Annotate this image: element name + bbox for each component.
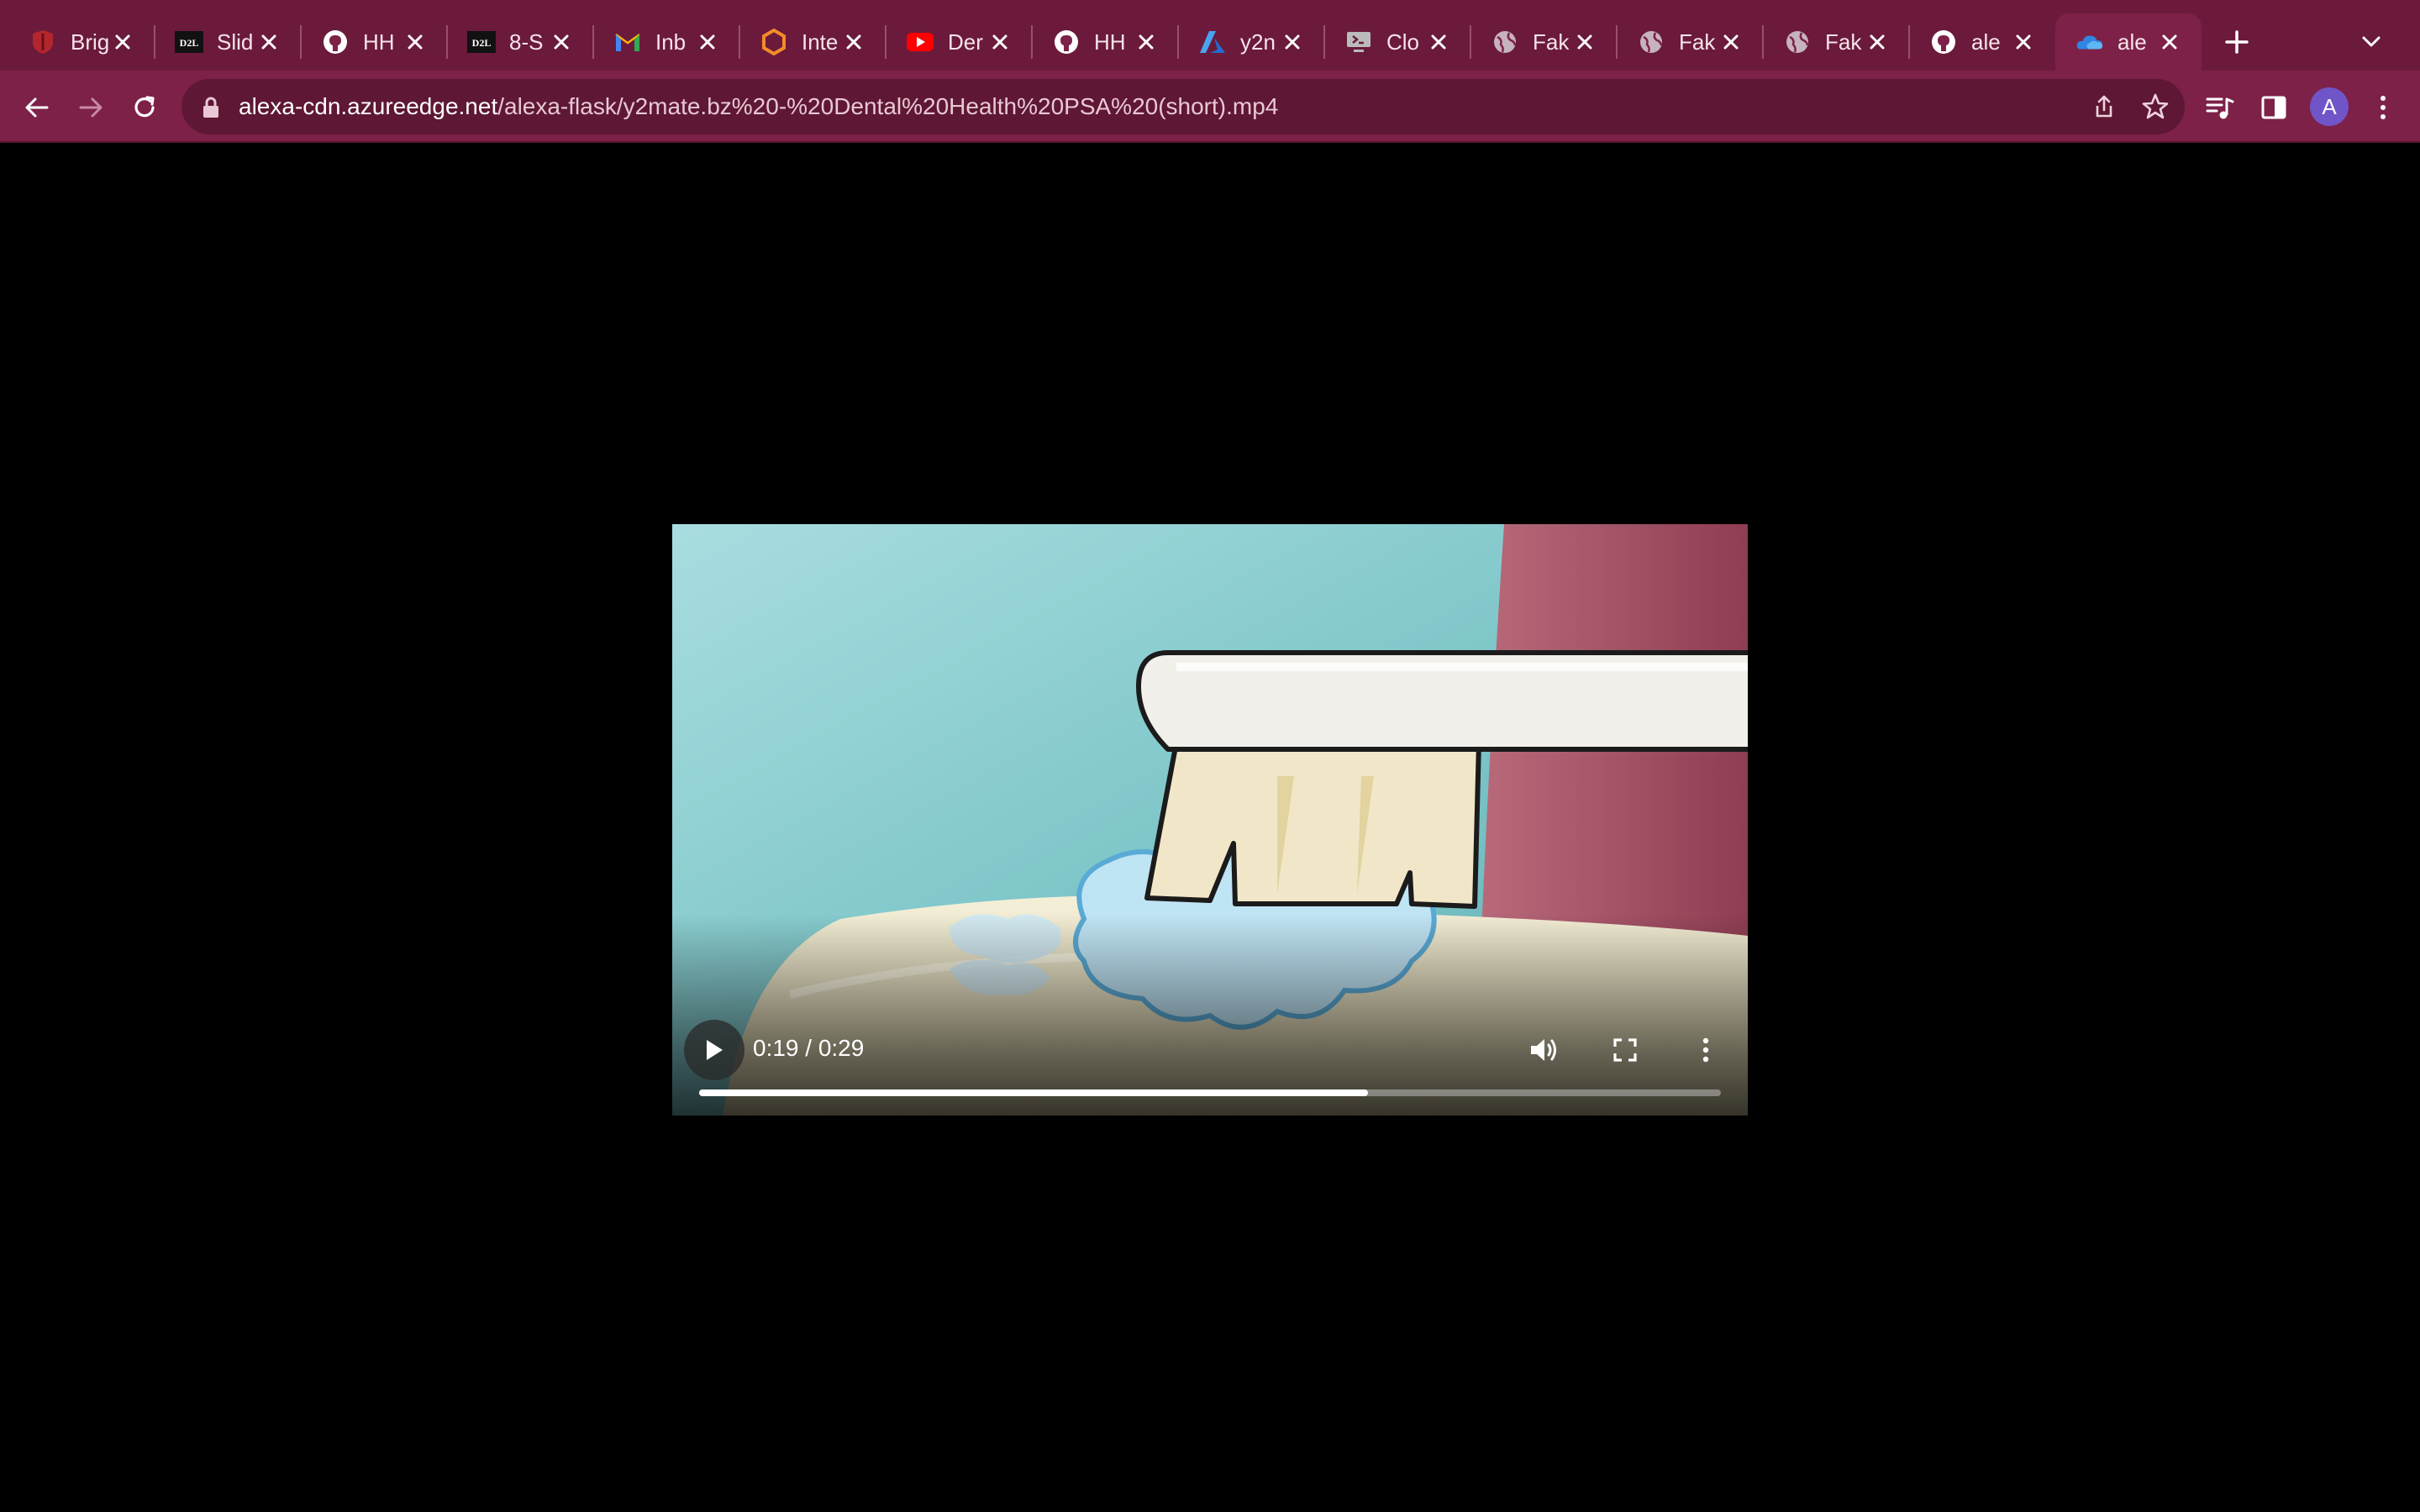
close-tab-icon[interactable] bbox=[402, 29, 429, 55]
onedrive-cloud-icon bbox=[2075, 28, 2104, 56]
browser-tab[interactable]: Fak bbox=[1470, 13, 1617, 71]
browser-tab[interactable]: Clo bbox=[1324, 13, 1470, 71]
browser-tab[interactable]: D2L Slid bbox=[155, 13, 301, 71]
github-icon bbox=[321, 28, 350, 56]
side-panel-icon bbox=[2261, 96, 2286, 119]
browser-tab[interactable]: Brig bbox=[8, 13, 155, 71]
fullscreen-icon bbox=[1613, 1038, 1637, 1062]
url-text[interactable]: alexa-cdn.azureedge.net/alexa-flask/y2ma… bbox=[239, 93, 1278, 120]
d2l-logo-icon: D2L bbox=[175, 28, 203, 56]
bookmark-star-icon[interactable] bbox=[2141, 92, 2170, 121]
share-icon[interactable] bbox=[2091, 93, 2118, 120]
seek-bar[interactable] bbox=[699, 1089, 1721, 1096]
tab-search-button[interactable] bbox=[2353, 22, 2390, 62]
azure-icon bbox=[1198, 28, 1227, 56]
address-bar[interactable]: alexa-cdn.azureedge.net/alexa-flask/y2ma… bbox=[182, 79, 2185, 134]
browser-tab[interactable]: HH bbox=[1032, 13, 1178, 71]
hexagon-logo-icon bbox=[760, 28, 788, 56]
plus-icon bbox=[2225, 30, 2249, 54]
close-tab-icon[interactable] bbox=[1864, 29, 1891, 55]
close-tab-icon[interactable] bbox=[694, 29, 721, 55]
more-vertical-icon bbox=[1702, 1037, 1709, 1063]
close-tab-icon[interactable] bbox=[548, 29, 575, 55]
lock-icon bbox=[203, 97, 218, 118]
shield-logo-icon bbox=[29, 28, 57, 56]
forward-button[interactable] bbox=[71, 87, 111, 128]
video-player[interactable]: 0:19 / 0:29 bbox=[672, 524, 1748, 1116]
new-tab-button[interactable] bbox=[2218, 20, 2255, 64]
browser-tab[interactable]: ale bbox=[1909, 13, 2055, 71]
time-display: 0:19 / 0:29 bbox=[753, 1035, 865, 1061]
browser-tab[interactable]: Fak bbox=[1763, 13, 1909, 71]
side-panel-button[interactable] bbox=[2254, 87, 2294, 128]
back-button[interactable] bbox=[17, 87, 57, 128]
svg-text:D2L: D2L bbox=[472, 37, 492, 49]
github-icon bbox=[1929, 28, 1958, 56]
browser-tab[interactable]: y2n bbox=[1178, 13, 1324, 71]
reload-icon bbox=[134, 96, 155, 118]
youtube-icon bbox=[906, 28, 934, 56]
close-tab-icon[interactable] bbox=[2156, 29, 2183, 55]
video-options-button[interactable] bbox=[1686, 1030, 1726, 1070]
close-tab-icon[interactable] bbox=[109, 29, 136, 55]
menu-button[interactable] bbox=[2363, 87, 2403, 128]
globe-icon bbox=[1783, 28, 1812, 56]
browser-tab[interactable]: Inte bbox=[739, 13, 886, 71]
url-path: /alexa-flask/y2mate.bz%20-%20Dental%20He… bbox=[497, 93, 1279, 119]
close-tab-icon[interactable] bbox=[840, 29, 867, 55]
browser-tab[interactable]: D2L 8-S bbox=[447, 13, 593, 71]
svg-text:D2L: D2L bbox=[180, 37, 199, 49]
close-tab-icon[interactable] bbox=[1571, 29, 1598, 55]
browser-toolbar: alexa-cdn.azureedge.net/alexa-flask/y2ma… bbox=[0, 71, 2420, 143]
arrow-right-icon bbox=[79, 97, 103, 118]
browser-tab[interactable]: Fak bbox=[1617, 13, 1763, 71]
reload-button[interactable] bbox=[124, 87, 165, 128]
play-icon bbox=[707, 1040, 723, 1060]
url-host: alexa-cdn.azureedge.net bbox=[239, 93, 498, 119]
globe-icon bbox=[1491, 28, 1519, 56]
volume-button[interactable] bbox=[1524, 1030, 1565, 1070]
close-tab-icon[interactable] bbox=[986, 29, 1013, 55]
browser-tab[interactable]: HH bbox=[301, 13, 447, 71]
profile-avatar[interactable]: A bbox=[2310, 87, 2349, 126]
volume-icon bbox=[1531, 1039, 1556, 1061]
controls-overlay bbox=[672, 914, 1748, 1116]
remote-desktop-icon bbox=[1344, 28, 1373, 56]
browser-tab[interactable]: Der bbox=[886, 13, 1032, 71]
seek-bar-played bbox=[699, 1089, 1369, 1096]
d2l-logo-icon: D2L bbox=[467, 28, 496, 56]
gmail-icon bbox=[613, 28, 642, 56]
media-controls-button[interactable] bbox=[2200, 87, 2240, 128]
arrow-left-icon bbox=[25, 97, 49, 118]
close-tab-icon[interactable] bbox=[1133, 29, 1160, 55]
globe-icon bbox=[1637, 28, 1665, 56]
close-tab-icon[interactable] bbox=[1279, 29, 1306, 55]
browser-tab[interactable]: ale bbox=[2055, 13, 2202, 71]
playlist-music-icon bbox=[2206, 97, 2234, 119]
github-icon bbox=[1052, 28, 1081, 56]
close-tab-icon[interactable] bbox=[1718, 29, 1744, 55]
fullscreen-button[interactable] bbox=[1605, 1030, 1645, 1070]
close-tab-icon[interactable] bbox=[2010, 29, 2037, 55]
play-button[interactable] bbox=[684, 1020, 744, 1080]
more-vertical-icon bbox=[2381, 96, 2386, 119]
tab-strip: Brig D2L Slid HH D2L 8-S Inb Inte Der HH y2n Clo Fak… bbox=[0, 0, 2420, 71]
chevron-down-icon bbox=[2362, 36, 2381, 47]
close-tab-icon[interactable] bbox=[1425, 29, 1452, 55]
close-tab-icon[interactable] bbox=[255, 29, 282, 55]
browser-tab[interactable]: Inb bbox=[593, 13, 739, 71]
